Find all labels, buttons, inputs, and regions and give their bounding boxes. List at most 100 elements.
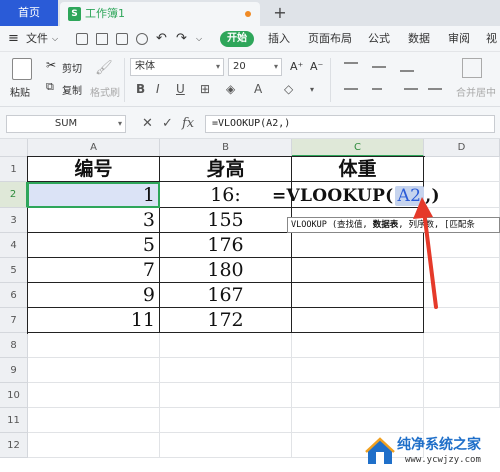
cell-a6[interactable]: 9 bbox=[28, 283, 160, 308]
row-header-6[interactable]: 6 bbox=[0, 283, 28, 308]
copy-icon[interactable]: ⧉ bbox=[46, 80, 54, 94]
align-top-icon[interactable] bbox=[344, 62, 358, 64]
row-header-2[interactable]: 2 bbox=[0, 182, 28, 208]
column-header-a[interactable]: A bbox=[28, 139, 160, 157]
cancel-icon[interactable]: ✕ bbox=[142, 115, 153, 133]
menu-file[interactable]: 文件 bbox=[26, 26, 48, 52]
insert-function-icon[interactable]: fx bbox=[182, 115, 194, 133]
cell-d5[interactable] bbox=[424, 258, 500, 283]
add-tab-button[interactable]: + bbox=[270, 0, 290, 26]
cell-c9[interactable] bbox=[292, 358, 424, 383]
paste-icon[interactable] bbox=[12, 58, 32, 80]
cell-a12[interactable] bbox=[28, 433, 160, 458]
cell-c8[interactable] bbox=[292, 333, 424, 358]
row-header-11[interactable]: 11 bbox=[0, 408, 28, 433]
row-header-4[interactable]: 4 bbox=[0, 233, 28, 258]
in-cell-formula-editor[interactable]: =VLOOKUP(A2,) bbox=[272, 186, 440, 206]
header-height[interactable]: 身高 bbox=[160, 157, 292, 182]
cell-b10[interactable] bbox=[160, 383, 292, 408]
cell-d10[interactable] bbox=[424, 383, 500, 408]
save-icon[interactable] bbox=[76, 33, 88, 45]
merge-cells-icon[interactable] bbox=[462, 58, 482, 78]
align-bottom-icon[interactable] bbox=[400, 70, 414, 72]
align-right-icon[interactable] bbox=[404, 88, 418, 90]
row-header-8[interactable]: 8 bbox=[0, 333, 28, 358]
align-middle-icon[interactable] bbox=[372, 66, 386, 68]
paste-button[interactable]: 粘贴 bbox=[10, 84, 30, 99]
align-center-icon[interactable] bbox=[372, 88, 382, 90]
format-painter-button[interactable]: 格式刷 bbox=[90, 84, 120, 99]
print-icon[interactable] bbox=[116, 33, 128, 45]
redo-icon[interactable]: ↷ bbox=[176, 26, 187, 52]
cell-a9[interactable] bbox=[28, 358, 160, 383]
italic-button[interactable]: I bbox=[156, 82, 160, 96]
cell-d8[interactable] bbox=[424, 333, 500, 358]
row-header-10[interactable]: 10 bbox=[0, 383, 28, 408]
row-header-12[interactable]: 12 bbox=[0, 433, 28, 458]
cell-c7[interactable] bbox=[292, 308, 424, 333]
cell-c10[interactable] bbox=[292, 383, 424, 408]
cell-c6[interactable] bbox=[292, 283, 424, 308]
undo-icon[interactable]: ↶ bbox=[156, 26, 167, 52]
scissors-icon[interactable]: ✂ bbox=[46, 58, 56, 72]
hamburger-menu-icon[interactable]: ≡ bbox=[8, 26, 20, 52]
row-header-1[interactable]: 1 bbox=[0, 157, 28, 182]
increase-font-icon[interactable]: A⁺ bbox=[290, 60, 303, 73]
cell-b6[interactable]: 167 bbox=[160, 283, 292, 308]
tooltip-current-arg[interactable]: 数据表 bbox=[373, 220, 399, 230]
font-family-select[interactable]: 宋体 ▾ bbox=[130, 58, 224, 76]
cell-b12[interactable] bbox=[160, 433, 292, 458]
column-header-d[interactable]: D bbox=[424, 139, 500, 157]
chevron-down-icon[interactable]: ▾ bbox=[310, 85, 314, 94]
cell-b4[interactable]: 176 bbox=[160, 233, 292, 258]
font-size-select[interactable]: 20 ▾ bbox=[228, 58, 282, 76]
align-left-icon[interactable] bbox=[344, 88, 358, 90]
border-icon[interactable]: ⊞ bbox=[200, 82, 210, 96]
cell-b11[interactable] bbox=[160, 408, 292, 433]
cell-a10[interactable] bbox=[28, 383, 160, 408]
fill-color-icon[interactable]: ◈ bbox=[226, 82, 235, 96]
cell-d6[interactable] bbox=[424, 283, 500, 308]
tab-home[interactable]: 首页 bbox=[0, 0, 58, 26]
menu-view[interactable]: 视 bbox=[486, 26, 497, 52]
cell-a5[interactable]: 7 bbox=[28, 258, 160, 283]
merge-center-button[interactable]: 合并居中 bbox=[456, 84, 496, 99]
name-box[interactable]: SUM ▾ bbox=[6, 115, 126, 133]
header-id[interactable]: 编号 bbox=[28, 157, 160, 182]
row-header-3[interactable]: 3 bbox=[0, 208, 28, 233]
menu-data[interactable]: 数据 bbox=[408, 26, 430, 52]
format-painter-icon[interactable]: 🖌 bbox=[95, 60, 113, 76]
cell-a7[interactable]: 11 bbox=[28, 308, 160, 333]
cell-a3[interactable]: 3 bbox=[28, 208, 160, 233]
menu-formula[interactable]: 公式 bbox=[368, 26, 390, 52]
clear-format-icon[interactable]: ◇ bbox=[284, 82, 293, 96]
column-header-c[interactable]: C bbox=[292, 139, 424, 157]
cell-c5[interactable] bbox=[292, 258, 424, 283]
cut-button[interactable]: 剪切 bbox=[62, 60, 82, 75]
cell-c11[interactable] bbox=[292, 408, 424, 433]
cell-d1[interactable] bbox=[424, 157, 500, 182]
bold-button[interactable]: B bbox=[136, 82, 145, 96]
cell-a4[interactable]: 5 bbox=[28, 233, 160, 258]
row-header-9[interactable]: 9 bbox=[0, 358, 28, 383]
cell-a8[interactable] bbox=[28, 333, 160, 358]
column-header-b[interactable]: B bbox=[160, 139, 292, 157]
decrease-font-icon[interactable]: A⁻ bbox=[310, 60, 323, 73]
cell-d7[interactable] bbox=[424, 308, 500, 333]
row-header-5[interactable]: 5 bbox=[0, 258, 28, 283]
menu-page-layout[interactable]: 页面布局 bbox=[308, 26, 352, 52]
menu-insert[interactable]: 插入 bbox=[268, 26, 290, 52]
quick-access-chevron-icon[interactable]: ⌵ bbox=[196, 26, 202, 52]
chevron-down-icon[interactable]: ⌵ bbox=[52, 26, 58, 52]
underline-button[interactable]: U bbox=[176, 82, 185, 96]
cell-b9[interactable] bbox=[160, 358, 292, 383]
cell-b3[interactable]: 155 bbox=[160, 208, 292, 233]
select-all-corner[interactable] bbox=[0, 139, 28, 157]
print-preview-icon[interactable] bbox=[136, 33, 148, 45]
confirm-icon[interactable]: ✓ bbox=[162, 115, 173, 133]
cell-c4[interactable] bbox=[292, 233, 424, 258]
header-weight[interactable]: 体重 bbox=[292, 157, 424, 182]
tab-document[interactable]: S 工作簿1 bbox=[60, 2, 260, 26]
cell-b7[interactable]: 172 bbox=[160, 308, 292, 333]
export-pdf-icon[interactable] bbox=[96, 33, 108, 45]
